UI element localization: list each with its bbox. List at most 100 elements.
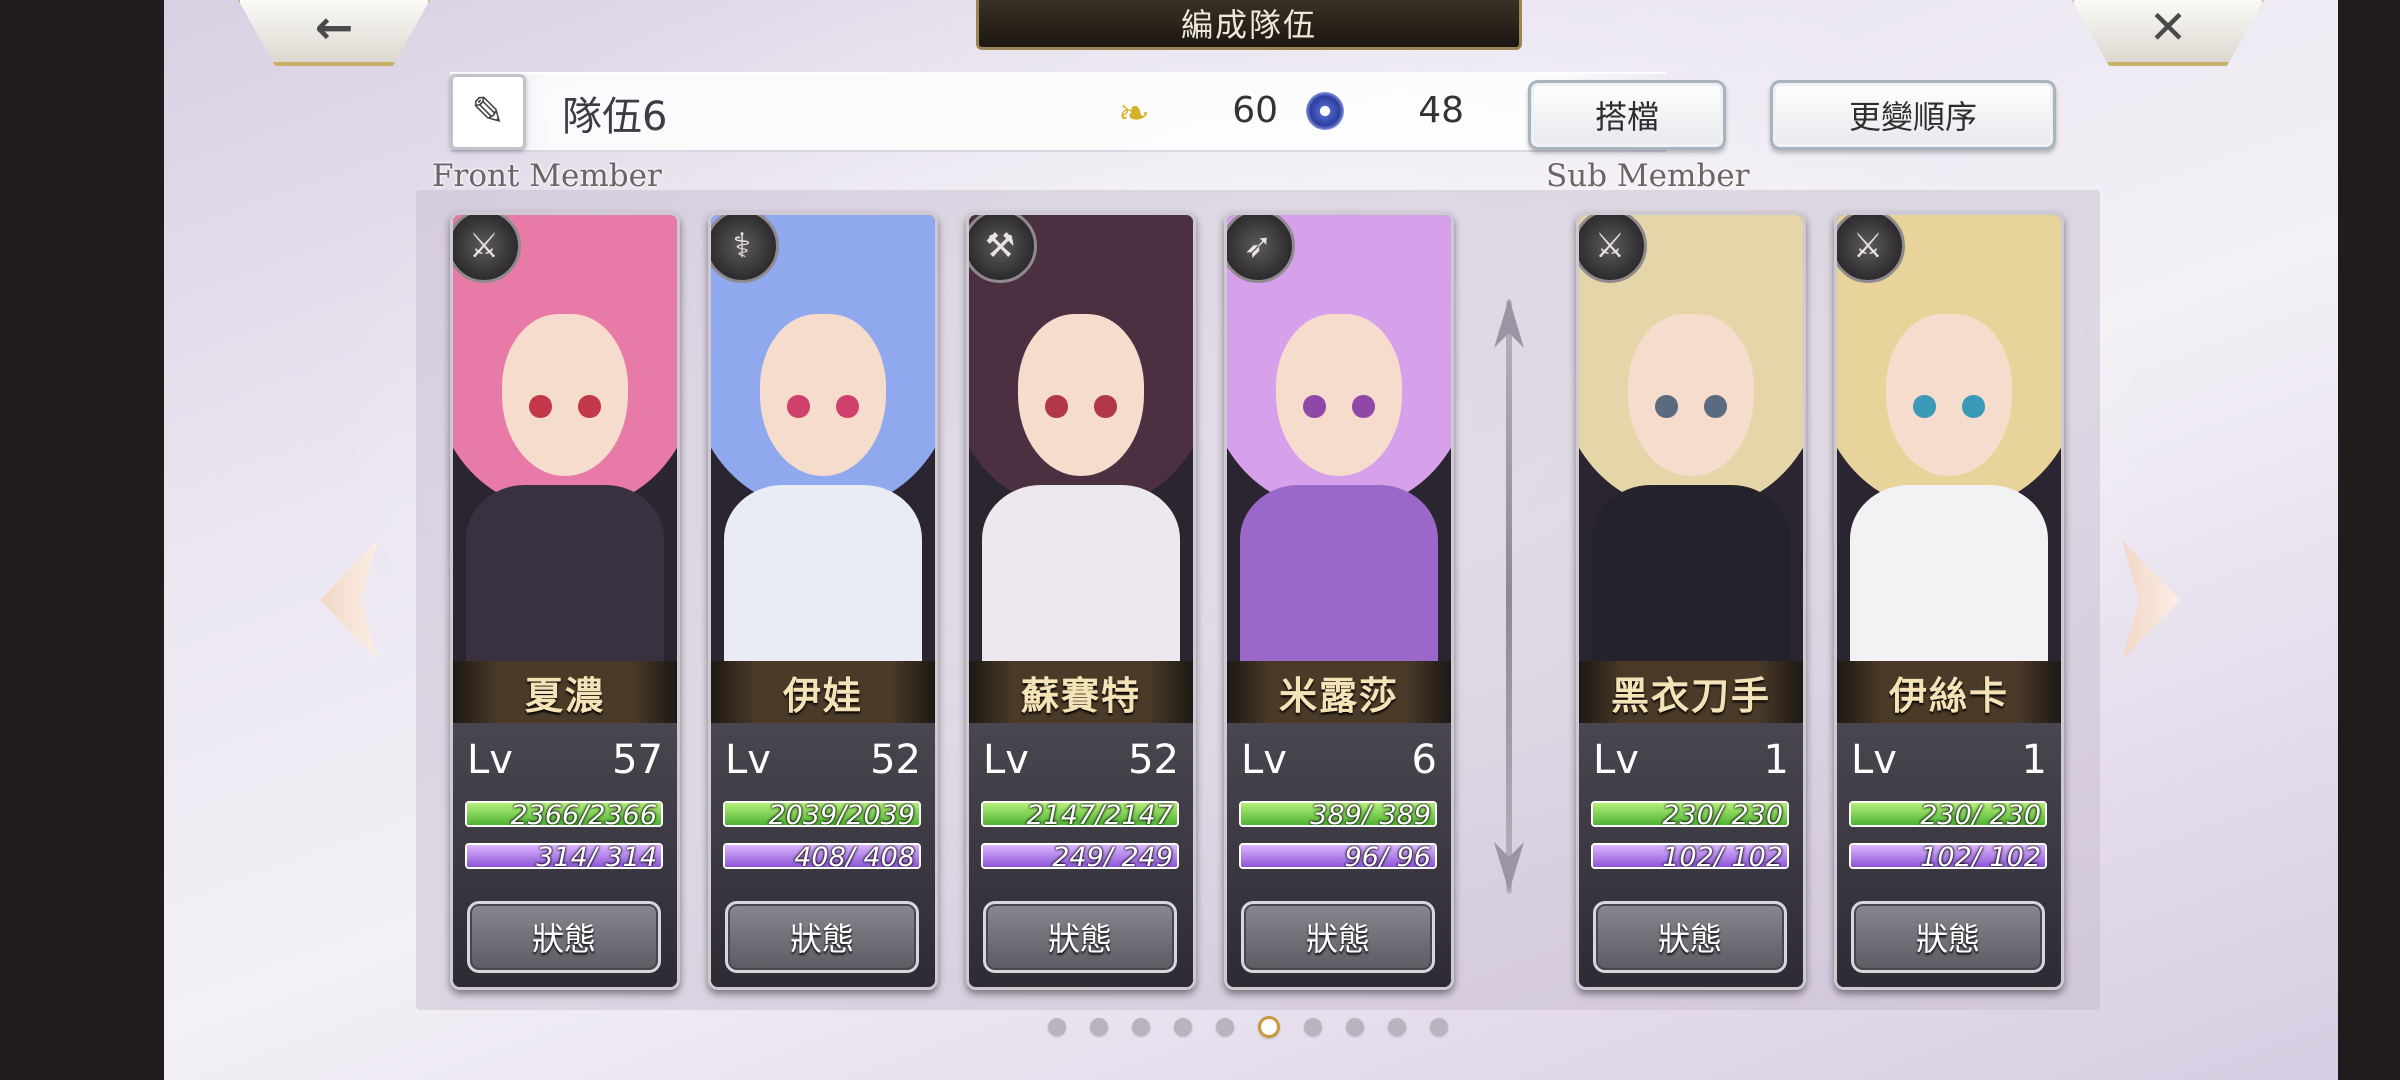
portrait-eye-left bbox=[1655, 395, 1678, 418]
level-value: 1 bbox=[2021, 737, 2047, 783]
hp-bar: 2366/2366 bbox=[465, 801, 663, 827]
page-dot[interactable] bbox=[1304, 1018, 1322, 1036]
page-dot[interactable] bbox=[1132, 1018, 1150, 1036]
mp-text: 314/ 314 bbox=[536, 843, 657, 869]
portrait-eye-left bbox=[1045, 395, 1068, 418]
member-stats: Lv 1 230/ 230 102/ 102 狀態 bbox=[1837, 723, 2061, 987]
level-label: Lv bbox=[1593, 737, 1639, 783]
member-card[interactable]: ⚔ 黑衣刀手 Lv 1 230/ 230 102/ 102 狀態 bbox=[1576, 212, 1806, 990]
front-member-label: Front Member bbox=[432, 158, 662, 194]
member-card[interactable]: ⚔ 伊絲卡 Lv 1 230/ 230 102/ 102 狀態 bbox=[1834, 212, 2064, 990]
level-label: Lv bbox=[467, 737, 513, 783]
portrait-eye-right bbox=[1094, 395, 1117, 418]
member-name: 蘇賽特 bbox=[1020, 672, 1141, 718]
page-dot[interactable] bbox=[1388, 1018, 1406, 1036]
mp-bar: 314/ 314 bbox=[465, 843, 663, 869]
level-value: 52 bbox=[870, 737, 921, 783]
portrait-face bbox=[760, 314, 886, 476]
level-value: 57 bbox=[612, 737, 663, 783]
hp-text: 2147/2147 bbox=[1026, 801, 1173, 827]
back-button[interactable]: ← bbox=[236, 0, 432, 66]
hp-text: 2039/2039 bbox=[768, 801, 915, 827]
edit-team-name-button[interactable]: ✎ bbox=[450, 74, 526, 150]
page-dot[interactable] bbox=[1346, 1018, 1364, 1036]
partner-button[interactable]: 搭檔 bbox=[1528, 80, 1726, 150]
mp-text: 102/ 102 bbox=[1662, 843, 1783, 869]
page-dot[interactable] bbox=[1430, 1018, 1448, 1036]
member-name: 伊絲卡 bbox=[1888, 672, 2009, 718]
mp-bar: 408/ 408 bbox=[723, 843, 921, 869]
hp-bar: 2147/2147 bbox=[981, 801, 1179, 827]
status-button[interactable]: 狀態 bbox=[1851, 901, 2045, 973]
portrait-outfit bbox=[724, 485, 922, 665]
mp-bar: 96/ 96 bbox=[1239, 843, 1437, 869]
member-name: 黑衣刀手 bbox=[1610, 672, 1771, 718]
portrait-outfit bbox=[1850, 485, 2048, 665]
letterbox-right bbox=[2338, 0, 2400, 1080]
status-button[interactable]: 狀態 bbox=[1593, 901, 1787, 973]
close-button[interactable]: ✕ bbox=[2070, 0, 2266, 66]
level-value: 52 bbox=[1128, 737, 1179, 783]
member-stats: Lv 57 2366/2366 314/ 314 狀態 bbox=[453, 723, 677, 987]
hp-text: 230/ 230 bbox=[1662, 801, 1783, 827]
member-stats: Lv 6 389/ 389 96/ 96 狀態 bbox=[1227, 723, 1451, 987]
level-row: Lv 6 bbox=[1241, 737, 1437, 783]
portrait-outfit bbox=[982, 485, 1180, 665]
level-label: Lv bbox=[983, 737, 1029, 783]
member-stats: Lv 52 2039/2039 408/ 408 狀態 bbox=[711, 723, 935, 987]
team-pagination bbox=[1048, 1016, 1448, 1038]
member-card[interactable]: ⚒ 蘇賽特 Lv 52 2147/2147 249/ 249 狀態 bbox=[966, 212, 1196, 990]
name-plate: 米露莎 bbox=[1227, 661, 1451, 723]
portrait-eye-left bbox=[1303, 395, 1326, 418]
portrait-outfit bbox=[466, 485, 664, 665]
wing-icon: ❧ bbox=[1118, 91, 1150, 135]
member-stats: Lv 52 2147/2147 249/ 249 狀態 bbox=[969, 723, 1193, 987]
member-card[interactable]: ⚕ 伊娃 Lv 52 2039/2039 408/ 408 狀態 bbox=[708, 212, 938, 990]
sub-member-label: Sub Member bbox=[1546, 158, 1750, 194]
level-label: Lv bbox=[725, 737, 771, 783]
member-name: 米露莎 bbox=[1278, 672, 1399, 718]
portrait-outfit bbox=[1592, 485, 1790, 665]
prev-team-arrow[interactable] bbox=[320, 540, 378, 660]
mp-bar: 249/ 249 bbox=[981, 843, 1179, 869]
member-stats: Lv 1 230/ 230 102/ 102 狀態 bbox=[1579, 723, 1803, 987]
portrait-eye-right bbox=[1704, 395, 1727, 418]
wing-value: 60 bbox=[1232, 90, 1278, 131]
page-dot[interactable] bbox=[1048, 1018, 1066, 1036]
level-value: 1 bbox=[1763, 737, 1789, 783]
mp-bar: 102/ 102 bbox=[1591, 843, 1789, 869]
portrait-face bbox=[1018, 314, 1144, 476]
member-card[interactable]: ⚔ 夏濃 Lv 57 2366/2366 314/ 314 狀態 bbox=[450, 212, 680, 990]
member-name: 夏濃 bbox=[524, 672, 605, 718]
letterbox-left bbox=[0, 0, 164, 1080]
change-order-button[interactable]: 更變順序 bbox=[1770, 80, 2056, 150]
swirl-icon bbox=[1306, 92, 1344, 130]
next-team-arrow[interactable] bbox=[2122, 540, 2180, 660]
portrait-face bbox=[1886, 314, 2012, 476]
status-button[interactable]: 狀態 bbox=[983, 901, 1177, 973]
mp-bar: 102/ 102 bbox=[1849, 843, 2047, 869]
name-plate: 夏濃 bbox=[453, 661, 677, 723]
status-button[interactable]: 狀態 bbox=[1241, 901, 1435, 973]
member-name: 伊娃 bbox=[782, 672, 863, 718]
level-label: Lv bbox=[1241, 737, 1287, 783]
portrait-eye-right bbox=[1962, 395, 1985, 418]
level-label: Lv bbox=[1851, 737, 1897, 783]
page-dot[interactable] bbox=[1090, 1018, 1108, 1036]
mp-text: 96/ 96 bbox=[1344, 843, 1431, 869]
hp-bar: 389/ 389 bbox=[1239, 801, 1437, 827]
level-row: Lv 1 bbox=[1593, 737, 1789, 783]
portrait-face bbox=[1628, 314, 1754, 476]
portrait-eye-left bbox=[1913, 395, 1936, 418]
close-icon: ✕ bbox=[2148, 0, 2188, 54]
member-card[interactable]: ➶ 米露莎 Lv 6 389/ 389 96/ 96 狀態 bbox=[1224, 212, 1454, 990]
mp-text: 249/ 249 bbox=[1052, 843, 1173, 869]
status-button[interactable]: 狀態 bbox=[467, 901, 661, 973]
page-dot-active[interactable] bbox=[1258, 1016, 1280, 1038]
page-dot[interactable] bbox=[1216, 1018, 1234, 1036]
name-plate: 蘇賽特 bbox=[969, 661, 1193, 723]
portrait-outfit bbox=[1240, 485, 1438, 665]
status-button[interactable]: 狀態 bbox=[725, 901, 919, 973]
mp-text: 102/ 102 bbox=[1920, 843, 2041, 869]
page-dot[interactable] bbox=[1174, 1018, 1192, 1036]
